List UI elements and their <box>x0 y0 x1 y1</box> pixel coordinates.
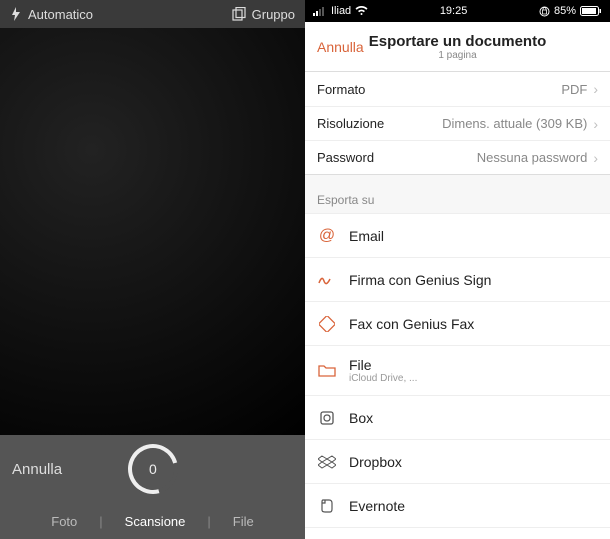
chevron-right-icon: › <box>593 116 598 132</box>
export-label: Email <box>349 228 384 244</box>
email-icon: @ <box>317 226 337 246</box>
battery-icon <box>580 6 602 16</box>
cancel-button[interactable]: Annulla <box>317 39 364 55</box>
settings-list: Formato PDF › Risoluzione Dimens. attuale… <box>305 72 610 175</box>
shutter-count: 0 <box>149 461 157 477</box>
export-label: Evernote <box>349 498 405 514</box>
signal-icon <box>313 6 327 16</box>
export-list: @ Email Firma con Genius Sign Fax con Ge… <box>305 214 610 528</box>
tab-file[interactable]: File <box>211 514 276 529</box>
battery-label: 85% <box>554 5 576 17</box>
export-email[interactable]: @ Email <box>305 214 610 258</box>
export-label: Box <box>349 410 373 426</box>
export-dropbox[interactable]: Dropbox <box>305 440 610 484</box>
modal-header: Annulla Esportare un documento 1 pagina <box>305 22 610 72</box>
scanner-screen: Automatico Gruppo Annulla 0 Foto | Scans… <box>0 0 305 539</box>
chevron-right-icon: › <box>593 81 598 97</box>
setting-value: Nessuna password <box>477 150 588 165</box>
cancel-button[interactable]: Annulla <box>12 461 62 478</box>
setting-risoluzione[interactable]: Risoluzione Dimens. attuale (309 KB) › <box>305 106 610 140</box>
setting-value: PDF <box>561 82 587 97</box>
setting-password[interactable]: Password Nessuna password › <box>305 140 610 174</box>
export-genius-fax[interactable]: Fax con Genius Fax <box>305 302 610 346</box>
export-label: Dropbox <box>349 454 402 470</box>
export-sublabel: iCloud Drive, ... <box>349 373 417 384</box>
status-bar: Iliad 19:25 85% <box>305 0 610 22</box>
wifi-icon <box>355 6 368 16</box>
scanner-bottom-bar: Annulla 0 Foto | Scansione | File <box>0 435 305 539</box>
setting-formato[interactable]: Formato PDF › <box>305 72 610 106</box>
export-evernote[interactable]: Evernote <box>305 484 610 528</box>
dropbox-icon <box>317 452 337 472</box>
setting-label: Risoluzione <box>317 116 384 131</box>
camera-viewfinder <box>0 28 305 435</box>
box-icon <box>317 408 337 428</box>
group-icon <box>232 7 246 21</box>
group-label: Gruppo <box>252 7 295 22</box>
export-label: Firma con Genius Sign <box>349 272 491 288</box>
group-button[interactable]: Gruppo <box>232 7 295 22</box>
export-genius-sign[interactable]: Firma con Genius Sign <box>305 258 610 302</box>
evernote-icon <box>317 496 337 516</box>
clock: 19:25 <box>440 5 468 17</box>
export-label: Fax con Genius Fax <box>349 316 474 332</box>
signature-icon <box>317 270 337 290</box>
carrier-label: Iliad <box>331 5 351 17</box>
shutter-button[interactable]: 0 <box>118 435 186 503</box>
setting-value: Dimens. attuale (309 KB) <box>442 116 587 131</box>
export-box[interactable]: Box <box>305 396 610 440</box>
setting-label: Password <box>317 150 374 165</box>
scanner-top-bar: Automatico Gruppo <box>0 0 305 28</box>
export-screen: Iliad 19:25 85% Annulla Esportare un doc… <box>305 0 610 539</box>
folder-icon <box>317 361 337 381</box>
tab-scansione[interactable]: Scansione <box>103 514 208 529</box>
orientation-lock-icon <box>539 6 550 17</box>
flash-mode-button[interactable]: Automatico <box>10 7 93 22</box>
mode-tabs: Foto | Scansione | File <box>0 503 305 539</box>
chevron-right-icon: › <box>593 150 598 166</box>
fax-icon <box>317 314 337 334</box>
export-section-header: Esporta su <box>305 175 610 214</box>
flash-mode-label: Automatico <box>28 7 93 22</box>
export-file[interactable]: File iCloud Drive, ... <box>305 346 610 396</box>
setting-label: Formato <box>317 82 365 97</box>
tab-foto[interactable]: Foto <box>29 514 99 529</box>
flash-icon <box>10 7 22 21</box>
export-label: File <box>349 357 417 373</box>
